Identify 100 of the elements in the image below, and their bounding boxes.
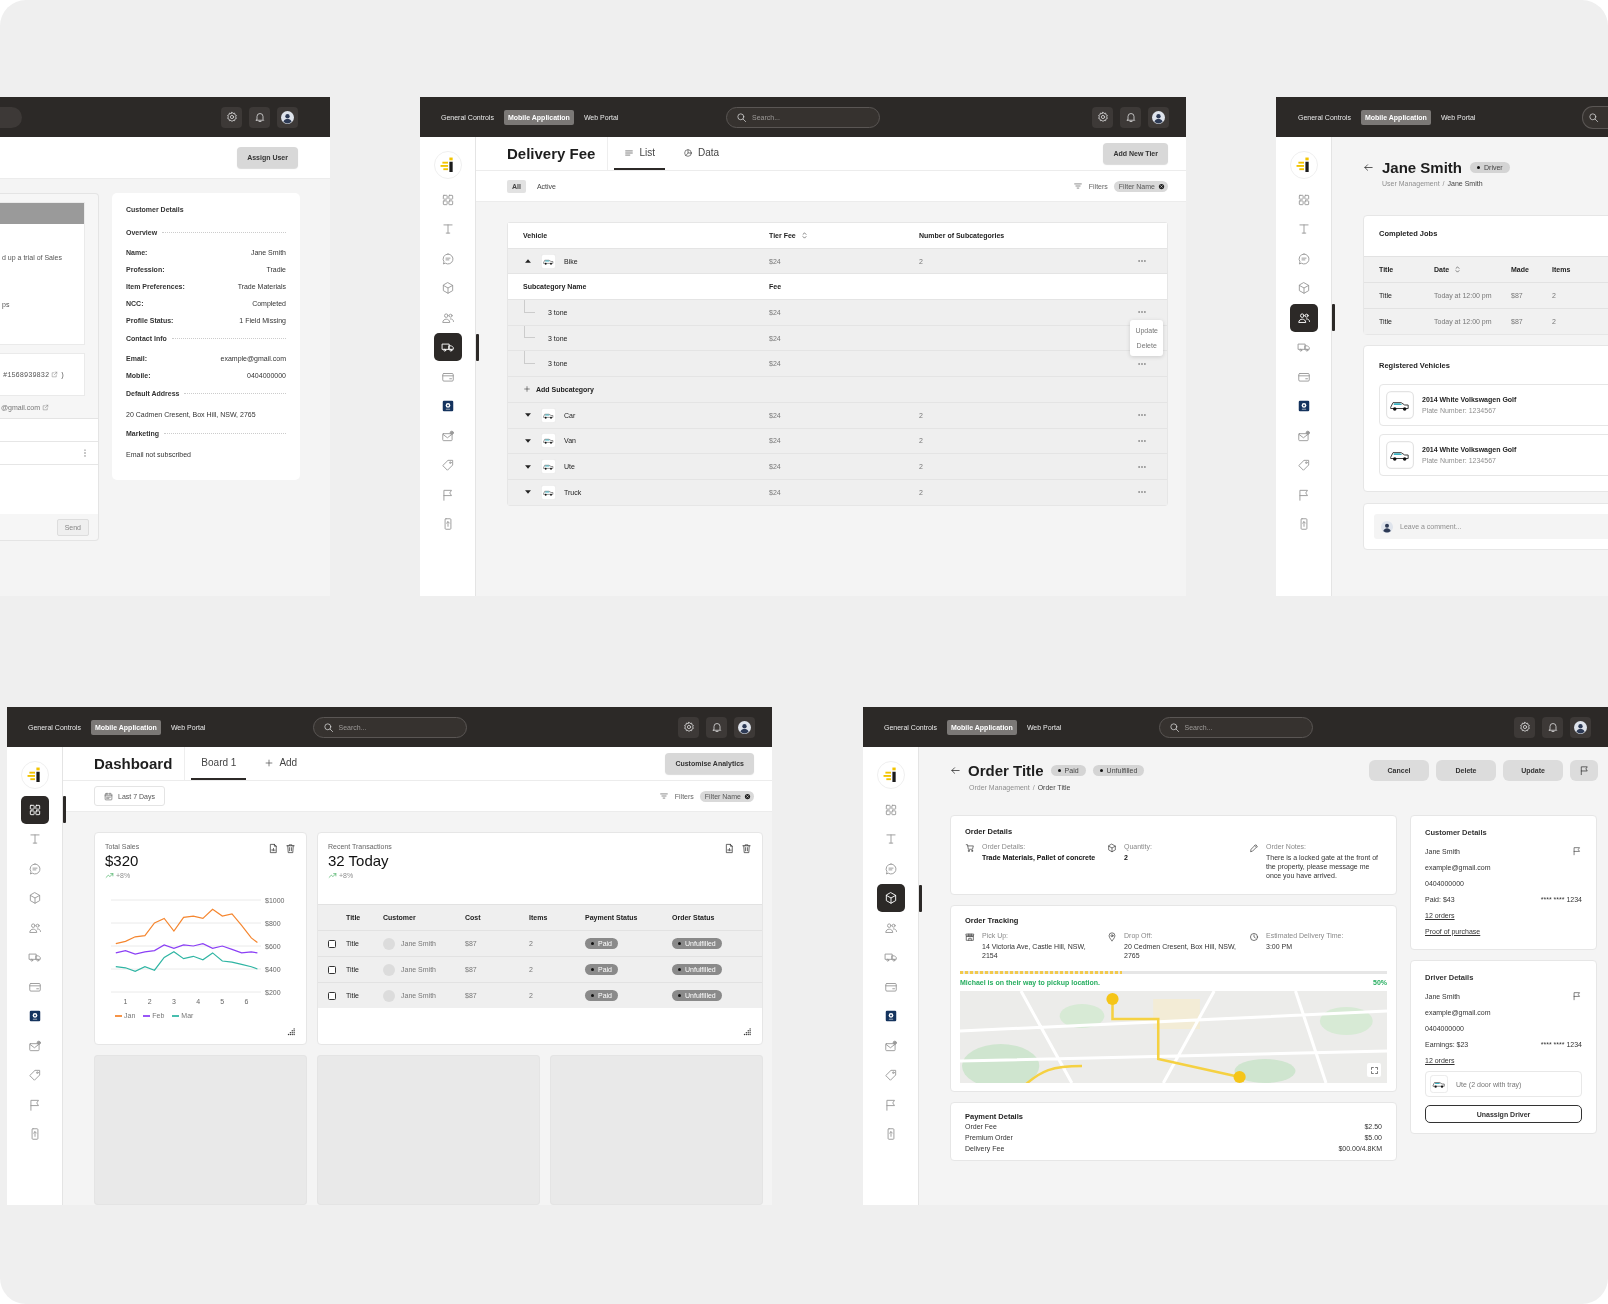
vehicle-icon [1386,391,1414,419]
page-title: Dashboard [94,755,173,772]
mail-icon [1296,428,1311,443]
badge-icon [883,1009,898,1024]
back-arrow-icon[interactable] [950,764,961,776]
mail-icon [883,1038,898,1053]
back-arrow-icon[interactable] [1363,162,1374,173]
notifications-button[interactable] [1542,716,1563,738]
vehicle-icon [541,433,556,449]
logo-icon [876,761,905,789]
add-board-tab[interactable]: Add [254,747,308,780]
export-icon[interactable] [724,843,735,854]
settings-icon [225,111,238,123]
external-link-icon[interactable] [42,403,49,411]
clock-icon [1249,932,1259,942]
flag-button[interactable] [1570,759,1598,781]
avatar-icon [1574,720,1587,734]
bell-icon [1546,721,1559,733]
profile-button[interactable] [277,106,298,128]
legend-swatch [115,1014,122,1017]
tag-icon [1296,458,1311,473]
flag-icon [27,1097,42,1112]
cube-icon [440,281,455,296]
notifications-button[interactable] [249,106,270,128]
selection-indicator [62,796,66,823]
plus-icon [264,757,275,768]
badge-icon [440,399,455,414]
grid-icon [440,192,455,207]
profile-button[interactable] [1148,106,1169,128]
filter-icon[interactable] [1072,181,1083,191]
row-checkbox[interactable] [328,965,336,974]
selection-indicator [918,884,922,912]
nav-item[interactable] [1289,303,1318,332]
external-link-icon[interactable] [51,371,59,378]
settings-button[interactable] [1514,716,1535,738]
logo-icon [433,151,462,179]
tag-icon [883,1068,898,1083]
tag-icon [27,1068,42,1083]
resize-handle-icon[interactable] [743,1027,752,1036]
notifications-button[interactable] [1120,106,1141,128]
avatar-icon [738,720,751,734]
settings-button[interactable] [1092,106,1113,128]
resize-handle-icon[interactable] [287,1027,296,1036]
text-tool-icon [1296,222,1311,237]
avatar-icon [281,110,294,124]
settings-button[interactable] [678,716,699,738]
flag-icon [1296,487,1311,502]
legend-swatch [172,1014,180,1017]
vehicle-icon [541,484,556,500]
chat-icon [27,861,42,876]
nav-item[interactable] [20,795,49,824]
profile-button[interactable] [734,716,755,738]
flag-icon [883,1097,898,1112]
cube-icon [1296,281,1311,296]
cube-icon [883,891,898,906]
badge-icon [27,1009,42,1024]
settings-button[interactable] [221,106,242,128]
delete-icon[interactable] [741,843,752,854]
close-icon [1158,182,1165,190]
page-title: Jane Smith [1382,159,1463,176]
bell-icon [253,111,266,123]
flag-icon[interactable] [1572,846,1582,856]
mail-icon [27,1038,42,1053]
pencil-icon [1249,843,1259,853]
nav-item[interactable] [433,333,462,362]
export-icon[interactable] [268,843,279,854]
flag-icon[interactable] [1572,991,1582,1001]
row-checkbox[interactable] [328,991,336,1000]
notifications-button[interactable] [706,716,727,738]
text-tool-icon [440,222,455,237]
page-title: Order Title [968,761,1044,779]
search-field[interactable] [1582,105,1608,129]
profile-button[interactable] [1570,716,1591,738]
flag-icon [1578,764,1590,776]
metric-value: $320 [105,852,140,869]
expand-map-button[interactable] [1367,1063,1381,1077]
filter-icon[interactable] [658,791,669,801]
settings-icon [682,721,695,733]
view-tab[interactable]: Data [672,137,730,170]
calendar-icon [104,791,113,801]
sort-icon[interactable] [799,230,809,240]
vehicle-icon [1430,1075,1448,1093]
flag-icon [440,487,455,502]
selection-indicator [1331,304,1335,331]
bell-icon [710,721,723,733]
close-icon [744,792,751,800]
list-icon [624,147,635,158]
row-checkbox[interactable] [328,939,336,948]
truck-icon [883,950,898,965]
users-icon [883,920,898,935]
sort-icon[interactable] [1453,265,1463,274]
trend-up-icon [328,871,337,880]
grid-icon [27,802,42,817]
grid-icon [883,802,898,817]
logo-icon [20,761,49,789]
search-icon [1588,111,1599,123]
cube-icon [27,891,42,906]
nav-item[interactable] [876,884,905,913]
delete-icon[interactable] [285,843,296,854]
page-title: Delivery Fee [507,145,596,162]
